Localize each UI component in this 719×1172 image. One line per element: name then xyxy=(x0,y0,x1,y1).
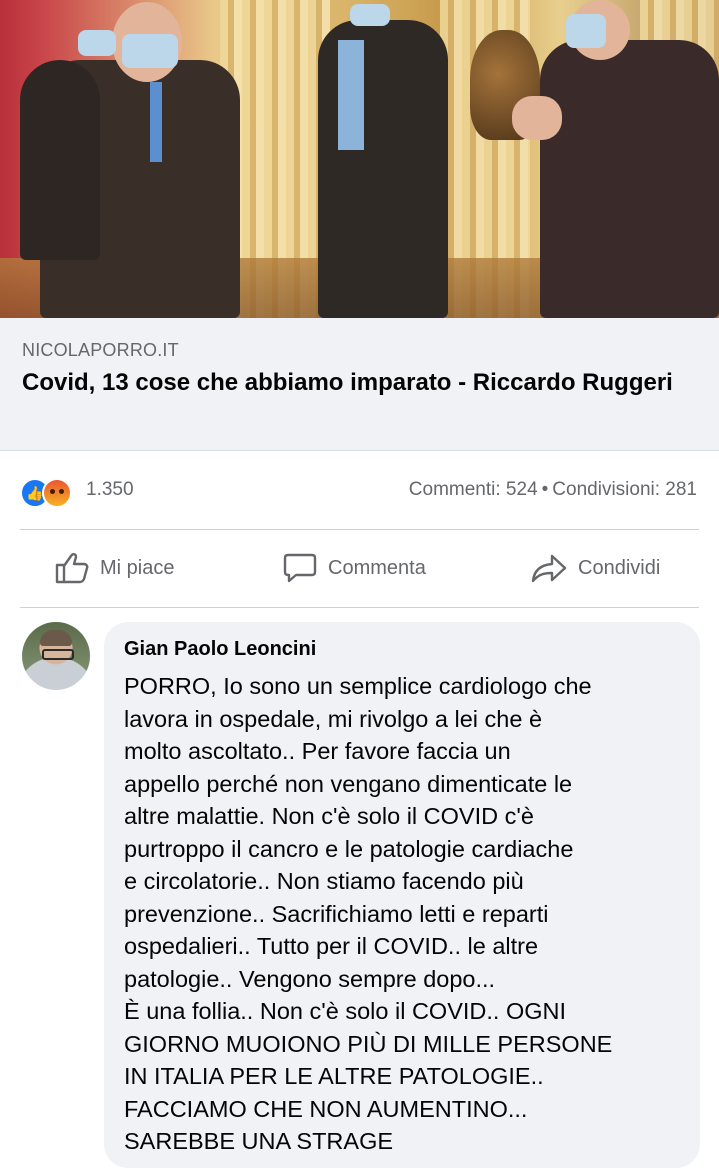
comment-line: purtroppo il cancro e le patologie cardi… xyxy=(124,835,574,862)
comment-line: e circolatorie.. Non stiamo facendo più xyxy=(124,868,524,894)
comment-text: PORRO, Io sono un semplice cardiologo ch… xyxy=(124,670,692,1158)
link-preview-image[interactable] xyxy=(0,0,719,318)
comment-line: prevenzione.. Sacrifichiamo letti e repa… xyxy=(124,900,549,927)
comment-line: molto ascoltato.. Per favore faccia un xyxy=(124,738,511,764)
comment-line: GIORNO MUOIONO PIÙ DI MILLE PERSONE xyxy=(124,1030,613,1057)
post-stats: Commenti: 524 • Condivisioni: 281 xyxy=(409,479,697,501)
comment-line: IN ITALIA PER LE ALTRE PATOLOGIE.. xyxy=(124,1063,544,1089)
share-label: Condividi xyxy=(578,556,661,579)
comment-button[interactable]: Commenta xyxy=(282,550,426,586)
divider xyxy=(20,607,699,608)
link-preview[interactable]: NICOLAPORRO.IT Covid, 13 cose che abbiam… xyxy=(0,318,719,451)
comment-bubble: Gian Paolo Leoncini PORRO, Io sono un se… xyxy=(104,622,700,1168)
like-label: Mi piace xyxy=(100,556,175,579)
avatar-hair xyxy=(40,630,72,646)
comment-label: Commenta xyxy=(328,556,426,579)
share-arrow-icon xyxy=(531,554,567,583)
link-domain: NICOLAPORRO.IT xyxy=(22,340,179,360)
like-button[interactable]: Mi piace xyxy=(54,550,174,586)
comment-line: lavora in ospedale, mi rivolgo a lei che… xyxy=(124,705,543,732)
shares-count[interactable]: Condivisioni: 281 xyxy=(552,479,697,500)
reaction-count[interactable]: 1.350 xyxy=(86,479,134,501)
stats-separator: • xyxy=(541,479,549,500)
post-actions: Mi piace Commenta Condividi xyxy=(0,530,719,606)
thumbs-up-icon xyxy=(55,553,89,584)
comment-line: altre malattie. Non c'è solo il COVID c'… xyxy=(124,803,534,829)
reaction-icons[interactable]: 👍 xyxy=(20,478,82,508)
comment-line: SAREBBE UNA STRAGE xyxy=(124,1128,394,1154)
avatar-glasses xyxy=(42,649,74,660)
comment-line: FACCIAMO CHE NON AUMENTINO... xyxy=(124,1095,528,1122)
angry-icon xyxy=(42,478,72,508)
comments-count[interactable]: Commenti: 524 xyxy=(409,479,538,500)
reactions-summary: 👍 1.350 Commenti: 524 • Condivisioni: 281 xyxy=(0,462,719,518)
comment-line: PORRO, Io sono un semplice cardiologo ch… xyxy=(124,673,592,699)
share-button[interactable]: Condividi xyxy=(530,550,660,586)
link-title[interactable]: Covid, 13 cose che abbiamo imparato - Ri… xyxy=(22,366,692,399)
comment-line: patologie.. Vengono sempre dopo... xyxy=(124,965,496,992)
comment-author[interactable]: Gian Paolo Leoncini xyxy=(124,638,316,661)
comment-line: È una follia.. Non c'è solo il COVID.. O… xyxy=(124,998,567,1024)
comment-line: appello perché non vengano dimenticate l… xyxy=(124,770,573,797)
avatar[interactable] xyxy=(22,622,90,690)
comment-line: ospedalieri.. Tutto per il COVID.. le al… xyxy=(124,933,539,959)
speech-bubble-icon xyxy=(283,553,317,583)
